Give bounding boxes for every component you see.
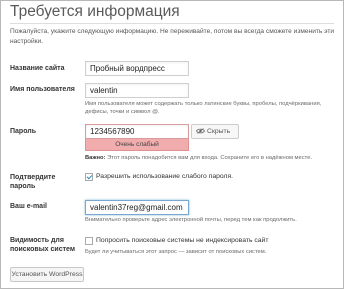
password-label: Пароль <box>10 128 37 135</box>
confirm-password-label-line2: пароль <box>10 183 36 190</box>
discourage-indexing-checkbox[interactable] <box>85 237 93 245</box>
email-input[interactable]: valentin37reg@gmail.com <box>85 200 189 215</box>
visibility-label-line1: Видимость для <box>10 237 64 244</box>
site-title-label: Название сайта <box>10 65 65 72</box>
email-help: Внимательно проверьте адрес электронной … <box>85 217 297 223</box>
password-strength-meter: Очень слабый <box>85 139 189 151</box>
weak-password-checkbox[interactable] <box>85 173 93 181</box>
hide-password-button[interactable]: Скрыть <box>191 124 239 139</box>
password-help-important: Важно: <box>85 155 106 161</box>
username-help: Имя пользователя может содержать только … <box>85 101 322 115</box>
page-title: Требуется информация <box>10 3 180 20</box>
password-help-text: Этот пароль понадобится вам для входа. С… <box>107 155 313 161</box>
intro-text: Пожалуйста, укажите следующую информацию… <box>10 28 335 45</box>
weak-password-checkbox-label[interactable]: Разрешить использование слабого пароля. <box>96 172 233 181</box>
username-label: Имя пользователя <box>10 86 75 93</box>
install-wordpress-button[interactable]: Установить WordPress <box>10 267 84 282</box>
username-input[interactable]: valentin <box>85 83 189 98</box>
hide-password-label: Скрыть <box>207 128 231 135</box>
password-input[interactable]: 1234567890 <box>85 124 189 139</box>
eye-slash-icon <box>196 128 205 135</box>
password-help: Важно: Этот пароль понадобится вам для в… <box>85 154 337 162</box>
site-title-input[interactable]: Пробный вордпресс <box>85 61 189 76</box>
install-form: Требуется информация Пожалуйста, укажите… <box>0 0 344 289</box>
visibility-help: Будет ли учитываться этот запрос — завис… <box>85 249 267 255</box>
email-label: Ваш e-mail <box>10 203 47 210</box>
title-divider <box>10 23 334 24</box>
confirm-password-label-line1: Подтвердите <box>10 174 56 181</box>
discourage-indexing-label[interactable]: Попросить поисковые системы не индексиро… <box>96 236 268 245</box>
visibility-label-line2: поисковых систем <box>10 246 76 253</box>
visibility-label: Видимость для поисковых систем <box>10 236 75 254</box>
confirm-password-label: Подтвердите пароль <box>10 173 55 191</box>
